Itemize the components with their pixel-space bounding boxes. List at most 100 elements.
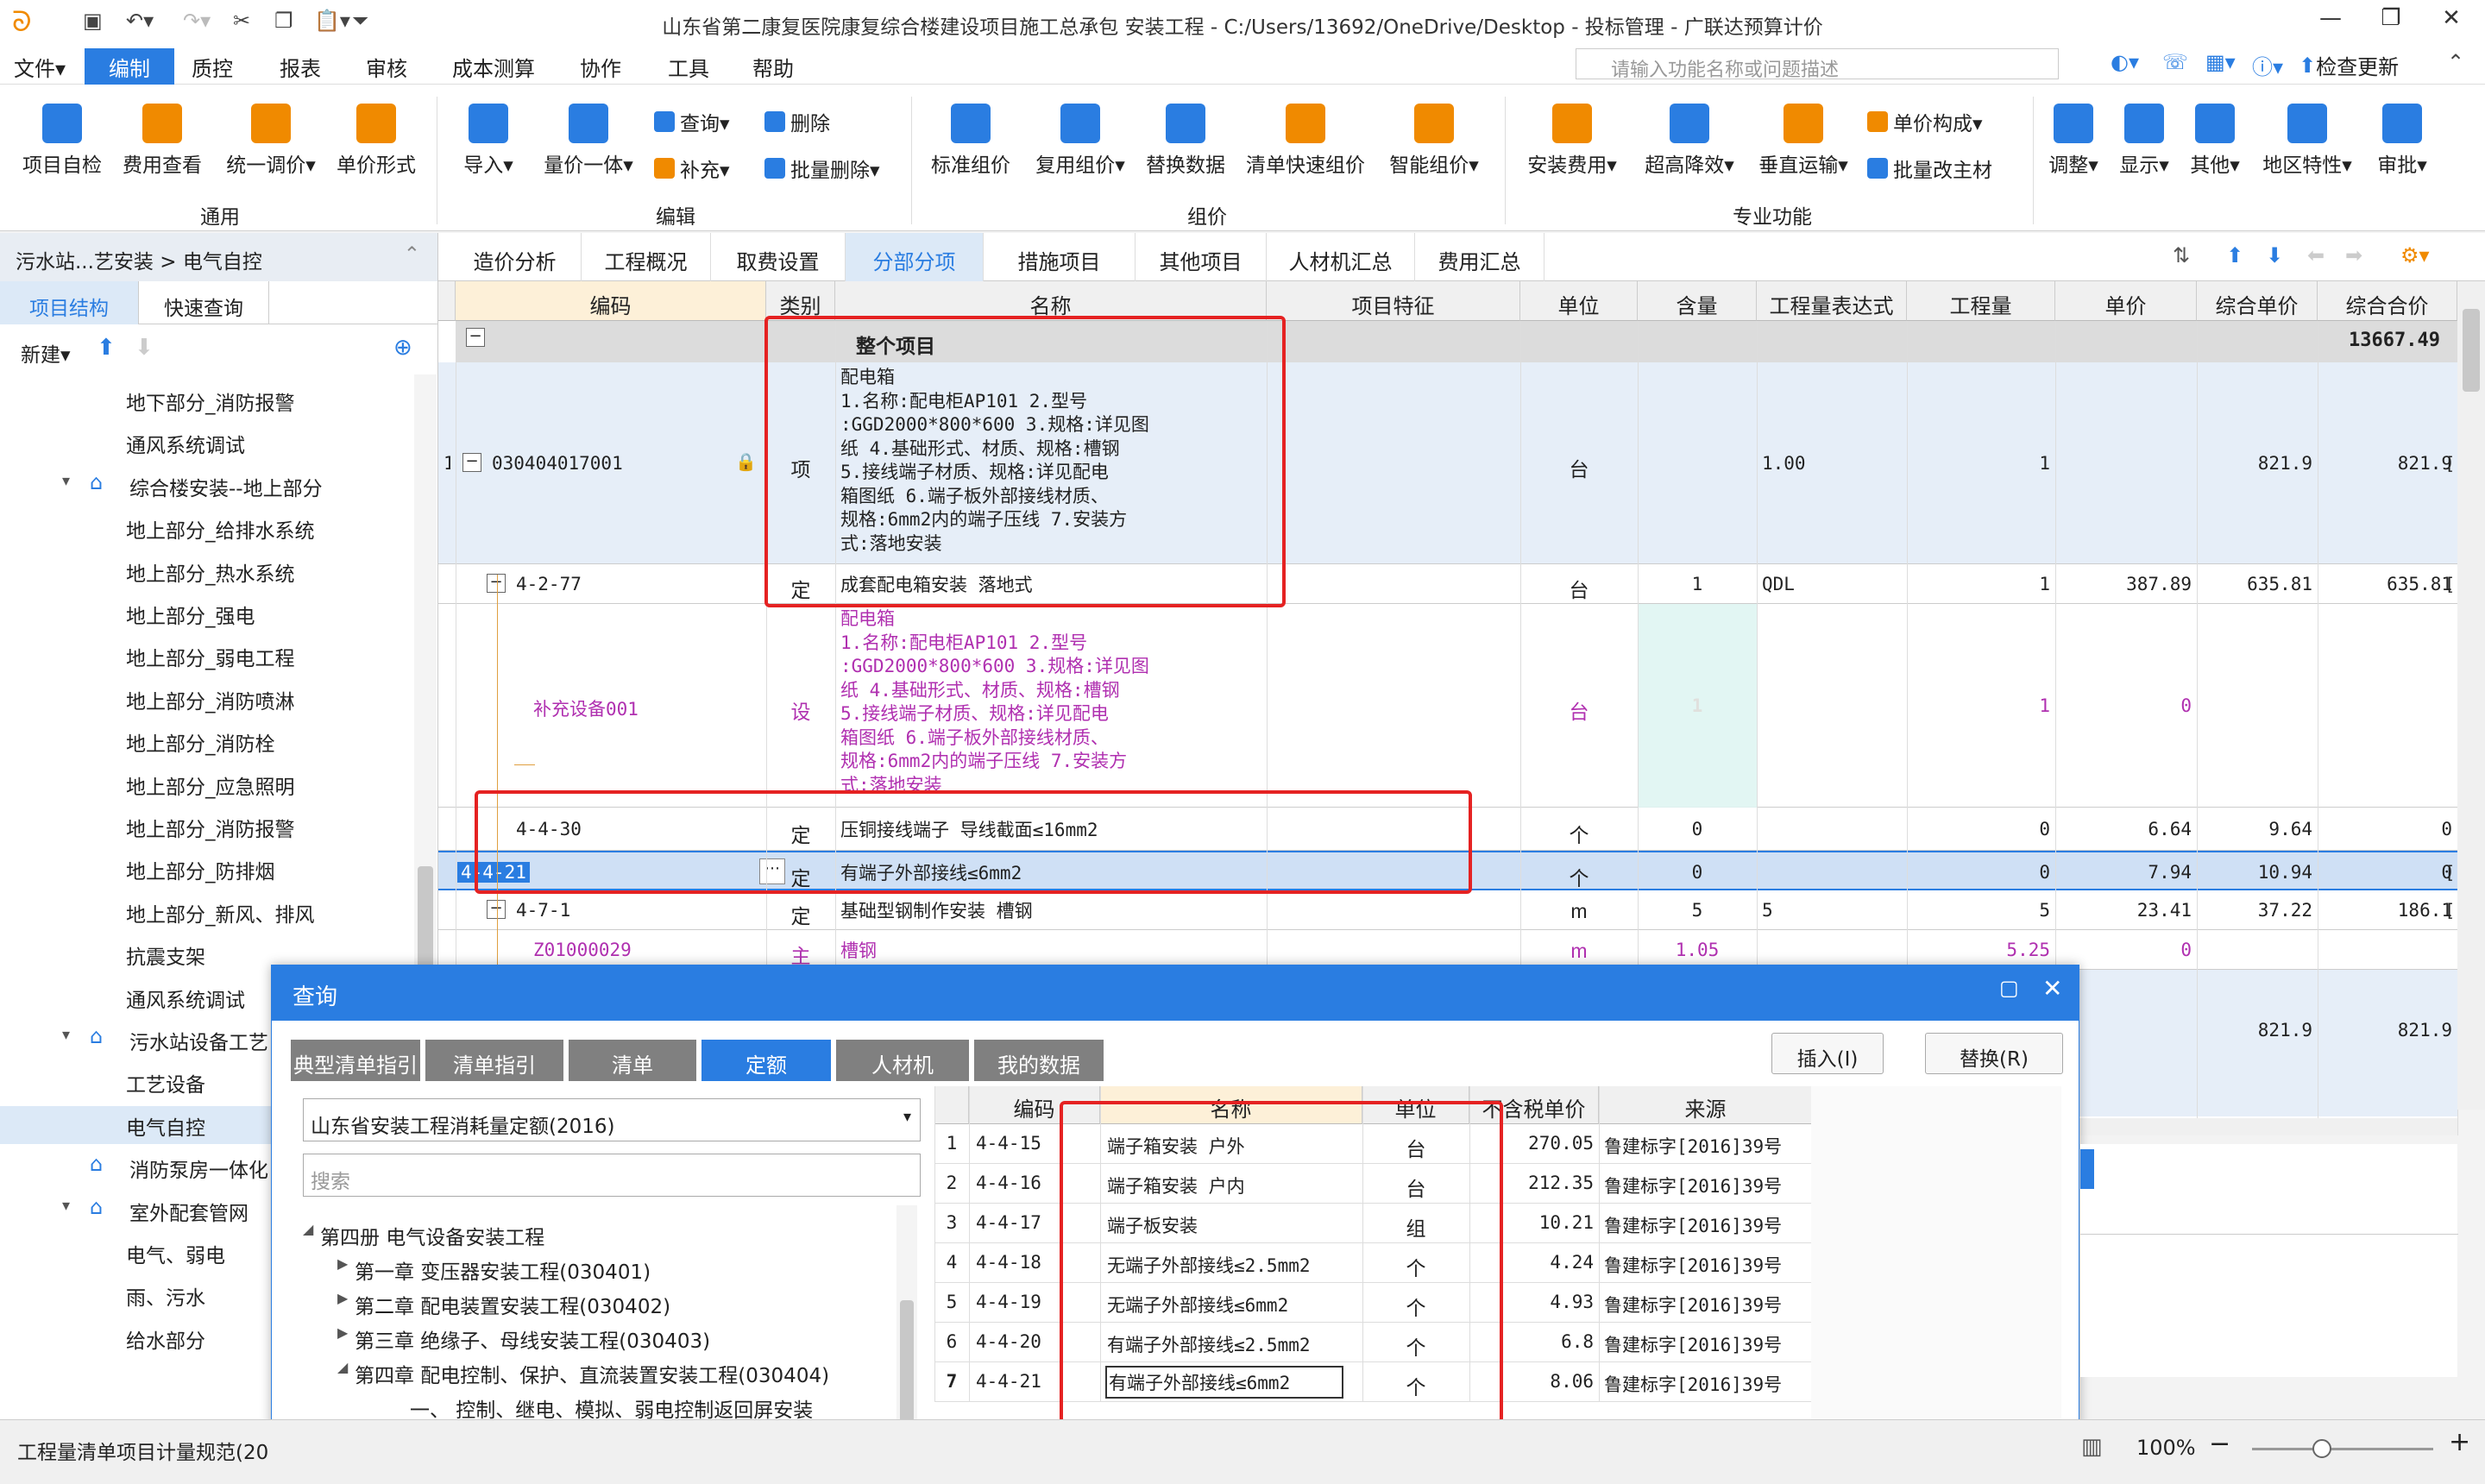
expression-cell[interactable]: 5: [1762, 900, 1902, 921]
tree-item[interactable]: 通风系统调试: [0, 424, 414, 462]
quota-tree-item[interactable]: ◢ 第四章 配电控制、保护、直流装置安装工程(030404): [303, 1355, 896, 1388]
column-header[interactable]: 工程量表达式: [1757, 281, 1907, 321]
tree-item[interactable]: 地上部分_消防栓: [0, 722, 414, 760]
column-header[interactable]: 综合合价: [2318, 281, 2457, 321]
quantity-cell[interactable]: 0: [1912, 819, 2050, 839]
composite-total-cell[interactable]: 186.1: [2323, 900, 2452, 921]
arrow-left-icon[interactable]: ⬅: [2307, 243, 2325, 267]
name-cell[interactable]: 配电箱 1.名称:配电柜AP101 2.型号 :GGD2000*800*600 …: [840, 607, 1261, 804]
maximize-dialog-icon[interactable]: ▢: [1999, 976, 2019, 1000]
grid-hscroll[interactable]: [2078, 1118, 2457, 1135]
supplement-button[interactable]: 补充▾: [654, 154, 730, 183]
unit-price-cell[interactable]: 6.64: [2060, 819, 2192, 839]
quota-library-select[interactable]: 山东省安装工程消耗量定额(2016) ▾: [303, 1098, 921, 1141]
quantity-cell[interactable]: 1: [1912, 453, 2050, 474]
zoom-out-icon[interactable]: −: [2209, 1429, 2230, 1459]
function-search-input[interactable]: 请输入功能名称或问题描述: [1576, 48, 2059, 81]
column-header[interactable]: 项目特征: [1267, 281, 1520, 321]
menu-review[interactable]: 审核: [366, 52, 407, 82]
query-button[interactable]: 查询▾: [654, 107, 730, 136]
dialog-tab[interactable]: 典型清单指引: [291, 1040, 420, 1081]
composite-total-cell[interactable]: 821.9: [2323, 1020, 2452, 1041]
quota-tree-item[interactable]: ▶ 第一章 变压器安装工程(030401): [303, 1252, 896, 1285]
code-cell[interactable]: 4-7-1: [516, 900, 570, 921]
sort-icon[interactable]: ⇅: [2173, 243, 2190, 267]
composite-price-cell[interactable]: 37.22: [2202, 900, 2312, 921]
quantity-cell[interactable]: 5: [1912, 900, 2050, 921]
composite-total-cell[interactable]: 0: [2323, 862, 2452, 883]
content-cell[interactable]: 0: [1643, 819, 1752, 839]
chevron-down-icon[interactable]: ◢: [303, 1221, 313, 1237]
quantity-cell[interactable]: 1: [1912, 574, 2050, 594]
tree-item[interactable]: 地上部分_给排水系统: [0, 509, 414, 547]
dialog-tab[interactable]: 清单指引: [425, 1040, 563, 1081]
tree-item[interactable]: 地上部分_防排烟: [0, 850, 414, 888]
composite-total-cell[interactable]: 635.81: [2323, 574, 2452, 594]
composite-price-cell[interactable]: 9.64: [2202, 819, 2312, 839]
zoom-slider-thumb[interactable]: [2312, 1439, 2331, 1458]
quota-tree-item[interactable]: 一、 控制、继电、模拟、弱电控制返回屏安装: [303, 1390, 896, 1423]
check-update-button[interactable]: ⬆ 检查更新: [2299, 50, 2399, 80]
restore-button[interactable]: ❐: [2369, 5, 2413, 31]
import-button[interactable]: 导入▾: [452, 104, 525, 178]
approval-button[interactable]: 审批▾: [2368, 104, 2437, 178]
tree-item[interactable]: 地上部分_强电: [0, 594, 414, 632]
expression-cell[interactable]: 1.00: [1762, 453, 1902, 474]
name-cell[interactable]: 基础型钢制作安装 槽钢: [840, 900, 1261, 924]
vertical-transport-button[interactable]: 垂直运输▾: [1750, 104, 1857, 178]
column-header[interactable]: 来源: [1599, 1086, 1813, 1124]
composite-total-cell[interactable]: 0: [2323, 819, 2452, 839]
column-header[interactable]: 单价: [2055, 281, 2197, 321]
code-cell[interactable]: 4-2-77: [516, 574, 582, 594]
dialog-tab[interactable]: 定额: [701, 1040, 831, 1081]
arrow-right-icon[interactable]: ➡: [2345, 243, 2362, 267]
collapse-icon[interactable]: −: [487, 900, 506, 919]
tree-item[interactable]: 地上部分_消防喷淋: [0, 680, 414, 718]
tree-toggle-icon[interactable]: ▾: [62, 472, 70, 490]
unit-cell[interactable]: 个: [1526, 862, 1633, 891]
unit-price-cell[interactable]: 7.94: [2060, 862, 2192, 883]
grid-scrollbar[interactable]: [2457, 281, 2485, 1110]
qty-price-button[interactable]: 量价一体▾: [535, 104, 642, 178]
standard-pricing-button[interactable]: 标准组价: [923, 104, 1018, 178]
unit-cell[interactable]: 台: [1526, 453, 1633, 482]
quota-search-input[interactable]: 搜索: [303, 1154, 921, 1197]
main-tab[interactable]: 分部分项: [846, 233, 984, 281]
tab-quick-query[interactable]: 快速查询: [138, 281, 269, 324]
code-cell[interactable]: 补充设备001: [533, 695, 639, 721]
table-row[interactable]: 补充设备001 设配电箱 1.名称:配电柜AP101 2.型号 :GGD2000*…: [438, 604, 2457, 808]
layout-icon[interactable]: ▥: [2081, 1434, 2103, 1460]
tree-toggle-icon[interactable]: ▾: [62, 1026, 70, 1044]
unit-price-form-button[interactable]: 单价形式: [331, 104, 421, 178]
main-tab[interactable]: 取费设置: [711, 233, 846, 281]
height-reduction-button[interactable]: 超高降效▾: [1636, 104, 1743, 178]
collapse-ribbon-icon[interactable]: ⌃: [2447, 50, 2464, 74]
service-icon[interactable]: ☏: [2162, 50, 2188, 74]
info-icon[interactable]: ⓘ▾: [2252, 50, 2283, 80]
row-index[interactable]: 1: [444, 453, 450, 474]
tree-item[interactable]: 地上部分_新风、排风: [0, 893, 414, 931]
adjust-button[interactable]: 调整▾: [2041, 104, 2105, 178]
column-header[interactable]: 工程量: [1907, 281, 2055, 321]
main-tab[interactable]: 造价分析: [449, 233, 582, 281]
move-down-icon[interactable]: ⬇: [135, 335, 154, 361]
quota-tree-item[interactable]: ▶ 第三章 绝缘子、母线安装工程(030403): [303, 1321, 896, 1354]
menu-report[interactable]: 报表: [280, 52, 321, 82]
code-cell[interactable]: 030404017001: [492, 453, 623, 474]
composite-price-cell[interactable]: 821.9: [2202, 453, 2312, 474]
quantity-cell[interactable]: 1: [1912, 695, 2050, 716]
content-cell[interactable]: 0: [1643, 862, 1752, 883]
chevron-right-icon[interactable]: ▶: [337, 1324, 348, 1341]
menu-collab[interactable]: 协作: [580, 52, 621, 82]
unit-price-cell[interactable]: 0: [2060, 695, 2192, 716]
dialog-tab[interactable]: 我的数据: [974, 1040, 1104, 1081]
quantity-cell[interactable]: 0: [1912, 862, 2050, 883]
content-cell[interactable]: 1: [1643, 574, 1752, 594]
zoom-in-icon[interactable]: +: [2449, 1427, 2470, 1457]
reuse-pricing-button[interactable]: 复用组价▾: [1027, 104, 1134, 178]
tree-item[interactable]: ▾ ⌂ 综合楼安装--地上部分: [0, 467, 414, 505]
replace-button[interactable]: 替换(R): [1925, 1033, 2063, 1074]
smart-pricing-button[interactable]: 智能组价▾: [1381, 104, 1488, 178]
expand-down-icon[interactable]: ⊕: [393, 335, 412, 361]
composite-price-cell[interactable]: 821.9: [2202, 1020, 2312, 1041]
